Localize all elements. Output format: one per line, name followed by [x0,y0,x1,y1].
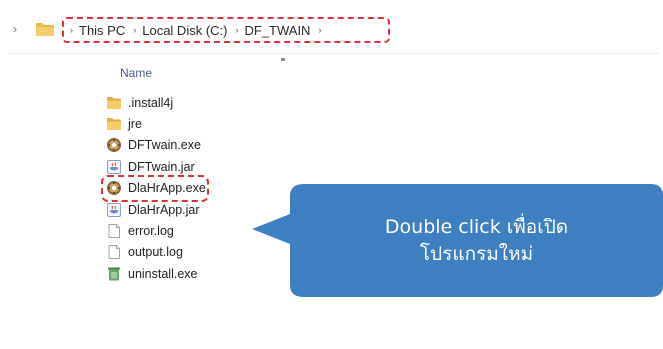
file-list: .install4j jre DFTwain.exe DFTwain.jar D… [101,92,209,285]
sort-indicator-icon [281,58,285,61]
file-row-dlahrapp-jar[interactable]: DlaHrApp.jar [104,199,206,220]
folder-icon [107,118,121,131]
exe-app-icon [107,138,121,153]
callout-line-2: โปรแกรมใหม่ [419,242,534,265]
text-file-icon [108,245,120,260]
file-name: DlaHrApp.exe [128,181,206,196]
file-name: DFTwain.exe [128,138,201,153]
jar-file-icon [107,159,121,174]
jar-file-icon [107,202,121,217]
file-name: DlaHrApp.jar [128,202,200,217]
file-row-dlahrapp-exe[interactable]: DlaHrApp.exe [101,174,209,203]
nav-expand-chevron-icon[interactable]: › [13,22,17,36]
callout-line-1: Double click เพื่อเปิด [384,215,569,238]
file-row-dftwain-jar[interactable]: DFTwain.jar [104,156,206,177]
file-name: uninstall.exe [128,266,198,281]
text-file-icon [108,224,120,239]
address-bar: › › This PC › Local Disk (C:) › DF_TWAIN… [0,0,663,58]
file-name: output.log [128,245,183,260]
column-header-name[interactable]: Name [120,66,152,80]
file-row-dftwain-exe[interactable]: DFTwain.exe [104,135,206,156]
file-name: error.log [128,224,174,239]
folder-icon [36,23,54,36]
breadcrumb-item-this-pc[interactable]: This PC [79,23,125,38]
file-row-uninstall-exe[interactable]: uninstall.exe [104,263,206,284]
exe-app-icon [107,181,121,196]
breadcrumb-separator-icon[interactable]: › [235,25,238,35]
breadcrumb-item-local-disk[interactable]: Local Disk (C:) [142,23,227,38]
file-row-jre[interactable]: jre [104,113,206,134]
file-name: DFTwain.jar [128,159,195,174]
breadcrumb-separator-icon[interactable]: › [318,25,321,35]
file-name: .install4j [128,95,174,110]
file-name: jre [128,117,142,132]
breadcrumb-separator-icon[interactable]: › [133,25,136,35]
address-bar-divider [8,53,659,54]
file-row-output-log[interactable]: output.log [104,242,206,263]
callout-text: Double click เพื่อเปิด โปรแกรมใหม่ [290,184,663,297]
uninstall-icon [108,267,120,281]
breadcrumb-item-df-twain[interactable]: DF_TWAIN [244,23,310,38]
file-row-install4j[interactable]: .install4j [104,92,206,113]
folder-icon [107,96,121,109]
breadcrumb-separator-icon[interactable]: › [70,25,73,35]
instruction-callout: Double click เพื่อเปิด โปรแกรมใหม่ [252,184,663,297]
breadcrumb: › This PC › Local Disk (C:) › DF_TWAIN › [62,17,390,43]
file-row-error-log[interactable]: error.log [104,220,206,241]
